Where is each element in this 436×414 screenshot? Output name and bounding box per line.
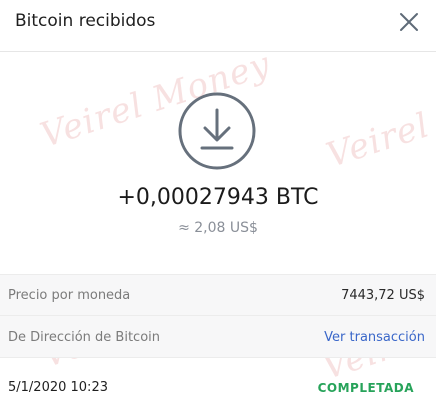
close-button[interactable] bbox=[399, 12, 419, 32]
price-label: Precio por moneda bbox=[8, 288, 131, 303]
detail-row-address: De Dirección de Bitcoin Ver transacción bbox=[0, 317, 436, 357]
view-transaction-link[interactable]: Ver transacción bbox=[324, 330, 425, 345]
transaction-footer: 5/1/2020 10:23 COMPLETADA bbox=[0, 358, 436, 414]
fiat-amount: ≈ 2,08 US$ bbox=[178, 220, 258, 236]
download-arrow-icon bbox=[178, 92, 256, 170]
transaction-date: 5/1/2020 10:23 bbox=[8, 380, 108, 395]
close-icon bbox=[400, 13, 418, 31]
address-label: De Dirección de Bitcoin bbox=[8, 330, 161, 345]
price-value: 7443,72 US$ bbox=[341, 288, 425, 303]
status-badge: COMPLETADA bbox=[317, 381, 414, 395]
detail-row-price: Precio por moneda 7443,72 US$ bbox=[0, 275, 436, 316]
dialog-header: Bitcoin recibidos bbox=[0, 0, 436, 52]
dialog-title: Bitcoin recibidos bbox=[15, 11, 156, 31]
watermark: Veirel Money bbox=[321, 64, 436, 176]
btc-amount: +0,00027943 BTC bbox=[117, 185, 319, 210]
receive-icon-circle bbox=[178, 92, 256, 170]
